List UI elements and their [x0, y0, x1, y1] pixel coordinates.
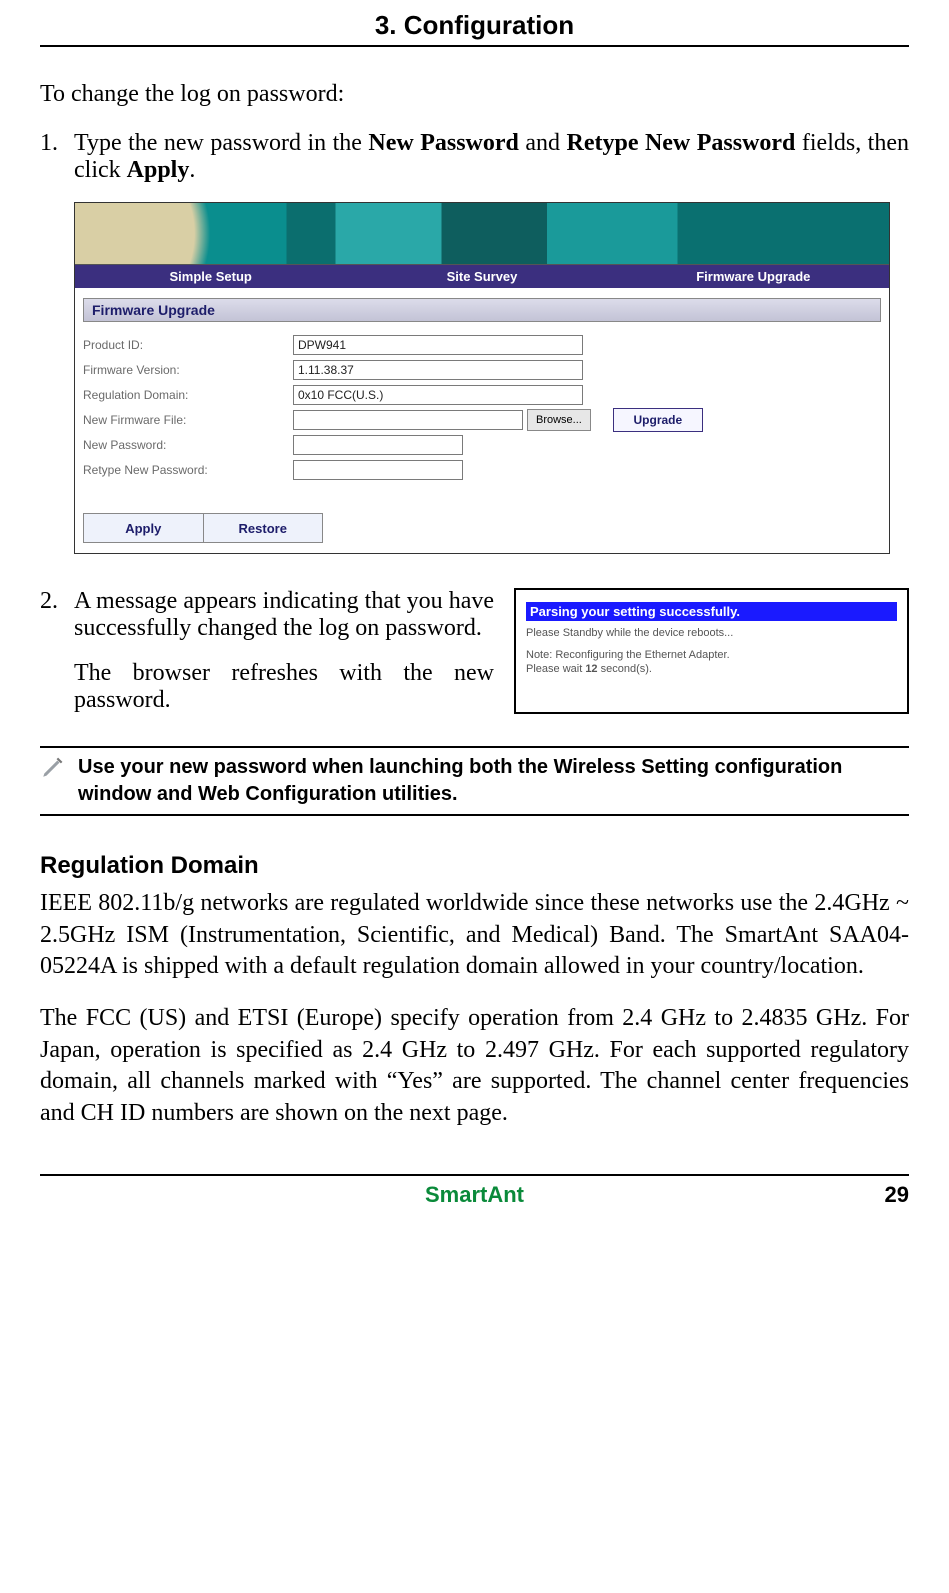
bold-new-password: New Password	[368, 130, 518, 156]
label-fw-version: Firmware Version:	[83, 363, 293, 377]
tab-site-survey[interactable]: Site Survey	[346, 269, 617, 284]
step-2-body: A message appears indicating that you ha…	[74, 588, 494, 714]
status-line: Please wait 12 second(s).	[526, 663, 897, 675]
new-password-field[interactable]	[293, 435, 463, 455]
banner-image	[75, 203, 889, 265]
page-number: 29	[849, 1182, 909, 1208]
t: second(s).	[598, 663, 652, 675]
restore-button[interactable]: Restore	[203, 514, 323, 542]
tab-firmware-upgrade[interactable]: Firmware Upgrade	[618, 269, 889, 284]
status-line: Please Standby while the device reboots.…	[526, 627, 897, 639]
label-product-id: Product ID:	[83, 338, 293, 352]
regulation-paragraph-1: IEEE 802.11b/g networks are regulated wo…	[40, 888, 909, 983]
firmware-form: Product ID: Firmware Version: Regulation…	[75, 328, 889, 487]
bold-apply: Apply	[127, 157, 190, 183]
bold-retype-new-password: Retype New Password	[567, 130, 796, 156]
label-new-fw-file: New Firmware File:	[83, 413, 293, 427]
step-number: 1.	[40, 130, 74, 184]
note-block: Use your new password when launching bot…	[40, 746, 909, 816]
regulation-domain-heading: Regulation Domain	[40, 852, 909, 880]
countdown-seconds: 12	[585, 663, 597, 675]
bottom-button-bar: Apply Restore	[83, 513, 323, 543]
upgrade-button[interactable]: Upgrade	[613, 408, 703, 432]
section-header: Firmware Upgrade	[83, 298, 881, 322]
chapter-title: 3. Configuration	[40, 0, 909, 45]
step-number: 2.	[40, 588, 74, 714]
tab-bar: Simple Setup Site Survey Firmware Upgrad…	[75, 265, 889, 288]
product-id-field[interactable]	[293, 335, 583, 355]
pen-icon	[40, 754, 66, 808]
apply-button[interactable]: Apply	[84, 514, 203, 542]
t: Type the new password in the	[74, 130, 368, 156]
tab-simple-setup[interactable]: Simple Setup	[75, 269, 346, 284]
page-footer: SmartAnt 29	[40, 1176, 909, 1208]
label-reg-domain: Regulation Domain:	[83, 388, 293, 402]
status-message-screenshot: Parsing your setting successfully. Pleas…	[514, 588, 909, 714]
retype-password-field[interactable]	[293, 460, 463, 480]
browse-button[interactable]: Browse...	[527, 409, 591, 431]
note-text: Use your new password when launching bot…	[78, 754, 909, 808]
label-retype-password: Retype New Password:	[83, 463, 293, 477]
regulation-domain-field[interactable]	[293, 385, 583, 405]
step-2-p1: A message appears indicating that you ha…	[74, 588, 494, 642]
note-rule-bottom	[40, 814, 909, 816]
step-1: 1. Type the new password in the New Pass…	[40, 130, 909, 184]
firmware-version-field[interactable]	[293, 360, 583, 380]
regulation-paragraph-2: The FCC (US) and ETSI (Europe) specify o…	[40, 1003, 909, 1130]
label-new-password: New Password:	[83, 438, 293, 452]
firmware-upgrade-screenshot: Simple Setup Site Survey Firmware Upgrad…	[74, 202, 890, 554]
status-line: Note: Reconfiguring the Ethernet Adapter…	[526, 649, 897, 661]
t: .	[189, 157, 195, 183]
intro-text: To change the log on password:	[40, 81, 909, 108]
new-firmware-file-field[interactable]	[293, 410, 523, 430]
t: and	[519, 130, 567, 156]
t: Please wait	[526, 663, 585, 675]
status-message-title: Parsing your setting successfully.	[526, 602, 897, 621]
step-2-p2: The browser refreshes with the new passw…	[74, 660, 494, 714]
step-body: Type the new password in the New Passwor…	[74, 130, 909, 184]
footer-brand: SmartAnt	[100, 1182, 849, 1208]
header-rule	[40, 45, 909, 47]
